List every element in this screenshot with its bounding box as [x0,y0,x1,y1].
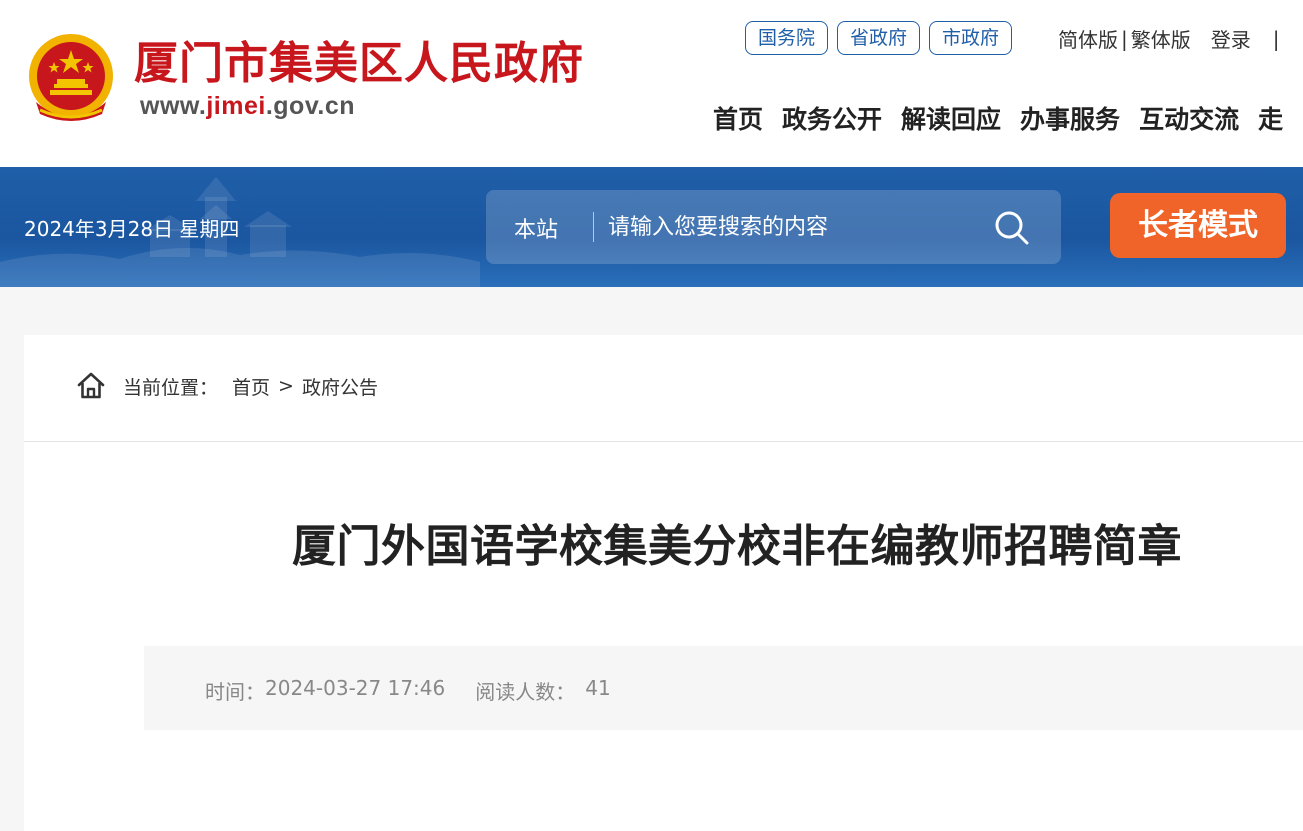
breadcrumb-home-link[interactable]: 首页 [232,373,270,400]
national-emblem-icon[interactable] [26,32,116,124]
nav-item-more[interactable]: 走 [1258,100,1283,136]
url-suffix: .gov.cn [265,92,356,120]
site-url[interactable]: www.jimei.gov.cn [140,92,355,121]
utility-separator: | [1272,26,1280,51]
breadcrumb-label: 当前位置： [123,376,219,399]
nav-item-interaction[interactable]: 互动交流 [1139,100,1239,136]
nav-item-home[interactable]: 首页 [713,100,763,136]
breadcrumb-divider [24,441,1303,442]
search-box: 本站 [486,190,1061,264]
gov-link-state-council[interactable]: 国务院 [745,21,829,55]
publish-time-label: 时间： [205,680,265,704]
home-icon[interactable] [76,371,106,401]
lang-separator: | [1121,26,1128,51]
search-band: 2024年3月28日 星期四 本站 长者模式 [0,167,1303,287]
lang-traditional-link[interactable]: 繁体版 [1131,24,1191,53]
url-prefix: www. [140,92,207,120]
article-meta-row: 时间： 2024-03-27 17:46 阅读人数： 41 [205,676,611,705]
gov-links: 国务院 省政府 市政府 [745,21,1013,55]
elder-mode-button[interactable]: 长者模式 [1110,193,1286,258]
content-panel: 当前位置： 首页 > 政府公告 厦门外国语学校集美分校非在编教师招聘简章 时间：… [24,335,1303,831]
main-nav: 首页 政务公开 解读回应 办事服务 互动交流 走 [713,100,1283,136]
login-link[interactable]: 登录 [1211,24,1251,53]
publish-time-value: 2024-03-27 17:46 [265,676,446,700]
search-divider [593,212,594,242]
nav-item-interpretation[interactable]: 解读回应 [901,100,1001,136]
top-utility-links: 简体版 | 繁体版 登录 | [1058,24,1280,53]
read-count-value: 41 [585,676,611,700]
nav-item-gov-affairs[interactable]: 政务公开 [782,100,882,136]
search-input[interactable] [608,203,988,251]
url-highlight: jimei [206,92,266,120]
nav-item-services[interactable]: 办事服务 [1020,100,1120,136]
breadcrumb-announcements-link[interactable]: 政府公告 [302,373,378,400]
breadcrumb-separator: > [278,375,294,397]
read-count-label: 阅读人数： [475,680,576,704]
breadcrumb: 当前位置： 首页 > 政府公告 [76,371,378,401]
article-meta: 时间： 2024-03-27 17:46 阅读人数： 41 [144,646,1303,730]
search-scope-selector[interactable]: 本站 [514,212,558,244]
lang-simplified-link[interactable]: 简体版 [1058,24,1118,53]
article-title: 厦门外国语学校集美分校非在编教师招聘简章 [292,521,1182,572]
gov-link-province[interactable]: 省政府 [837,21,921,55]
site-header: 厦门市集美区人民政府 www.jimei.gov.cn 国务院 省政府 市政府 … [0,0,1303,167]
gov-link-city[interactable]: 市政府 [929,21,1013,55]
site-title[interactable]: 厦门市集美区人民政府 [134,36,584,92]
current-date: 2024年3月28日 星期四 [24,217,240,241]
search-icon[interactable] [994,210,1030,246]
